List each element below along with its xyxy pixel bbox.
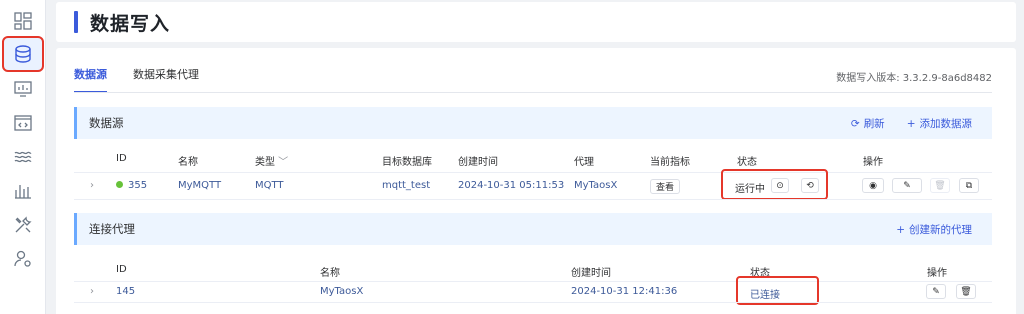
datasource-type: MQTT bbox=[255, 180, 284, 191]
agent-section-header: 连接代理 + 创建新的代理 bbox=[74, 213, 992, 245]
agent-col-created: 创建时间 bbox=[571, 268, 611, 279]
tabs-divider bbox=[74, 92, 992, 93]
edit-icon[interactable]: ✎ bbox=[892, 178, 922, 193]
col-agent: 代理 bbox=[574, 157, 594, 168]
monitor-chart-icon[interactable] bbox=[8, 74, 38, 104]
refresh-icon: ⟳ bbox=[850, 117, 860, 130]
agent-created: 2024-10-31 12:41:36 bbox=[571, 286, 678, 297]
datasource-section-header: 数据源 ⟳ 刷新 + 添加数据源 bbox=[74, 107, 992, 139]
tab-datasource[interactable]: 数据源 bbox=[74, 66, 107, 93]
col-status: 状态 bbox=[737, 157, 757, 168]
agent-col-actions: 操作 bbox=[927, 268, 947, 279]
datasource-target-db: mqtt_test bbox=[382, 180, 431, 191]
datasource-name[interactable]: MyMQTT bbox=[178, 180, 221, 191]
status-highlight-box bbox=[736, 276, 819, 305]
datasource-section-title: 数据源 bbox=[89, 116, 124, 130]
page-title: 数据写入 bbox=[90, 12, 171, 35]
status-highlight-box bbox=[721, 169, 828, 200]
view-metrics-button[interactable]: 查看 bbox=[650, 179, 680, 194]
tab-collection-agent[interactable]: 数据采集代理 bbox=[133, 66, 199, 93]
sidebar bbox=[0, 0, 46, 314]
sliders-icon[interactable] bbox=[8, 176, 38, 206]
refresh-button[interactable]: ⟳ 刷新 bbox=[851, 116, 885, 131]
row-divider bbox=[74, 281, 992, 282]
tab-bar: 数据源 数据采集代理 bbox=[74, 66, 199, 93]
agent-section-title: 连接代理 bbox=[89, 222, 135, 236]
row-divider bbox=[74, 302, 992, 303]
create-agent-button[interactable]: + 创建新的代理 bbox=[896, 222, 972, 237]
agent-col-id: ID bbox=[116, 264, 127, 275]
user-settings-icon[interactable] bbox=[8, 244, 38, 274]
col-id: ID bbox=[116, 153, 127, 164]
code-window-icon[interactable] bbox=[8, 108, 38, 138]
version-text: 数据写入版本: 3.3.2.9-8a6d8482 bbox=[836, 73, 992, 84]
col-metrics: 当前指标 bbox=[650, 157, 690, 168]
datasource-agent: MyTaosX bbox=[574, 180, 618, 191]
expand-row-icon[interactable]: › bbox=[90, 286, 94, 297]
chevron-down-icon: ﹀ bbox=[275, 157, 289, 168]
agent-name[interactable]: MyTaosX bbox=[320, 286, 363, 297]
row-divider bbox=[74, 172, 992, 173]
col-created: 创建时间 bbox=[458, 157, 498, 168]
datasource-id: 355 bbox=[116, 180, 147, 191]
stream-waves-icon[interactable] bbox=[8, 142, 38, 172]
page-header: 数据写入 bbox=[56, 2, 1016, 42]
delete-icon[interactable]: 🗑 bbox=[956, 284, 976, 299]
datasource-created: 2024-10-31 05:11:53 bbox=[458, 180, 565, 191]
agent-col-name: 名称 bbox=[320, 268, 340, 279]
expand-row-icon[interactable]: › bbox=[90, 180, 94, 191]
plus-icon: + bbox=[896, 223, 905, 236]
copy-icon[interactable]: ⧉ bbox=[959, 178, 979, 193]
col-name: 名称 bbox=[178, 157, 198, 168]
col-type[interactable]: 类型 ﹀ bbox=[255, 153, 288, 168]
col-target-db: 目标数据库 bbox=[382, 157, 432, 168]
tools-icon[interactable] bbox=[8, 210, 38, 240]
dashboard-icon[interactable] bbox=[8, 6, 38, 36]
database-icon[interactable] bbox=[2, 36, 44, 72]
title-accent-bar bbox=[74, 11, 78, 33]
delete-icon[interactable]: 🗑 bbox=[930, 178, 950, 193]
status-dot bbox=[116, 181, 123, 188]
agent-id: 145 bbox=[116, 286, 136, 297]
view-icon[interactable]: ◉ bbox=[862, 178, 884, 193]
edit-icon[interactable]: ✎ bbox=[926, 284, 946, 299]
main-card: 数据源 数据采集代理 数据写入版本: 3.3.2.9-8a6d8482 数据源 … bbox=[56, 48, 1016, 314]
col-actions: 操作 bbox=[863, 157, 883, 168]
row-divider bbox=[74, 199, 992, 200]
plus-icon: + bbox=[906, 117, 916, 130]
add-datasource-button[interactable]: + 添加数据源 bbox=[907, 116, 972, 131]
